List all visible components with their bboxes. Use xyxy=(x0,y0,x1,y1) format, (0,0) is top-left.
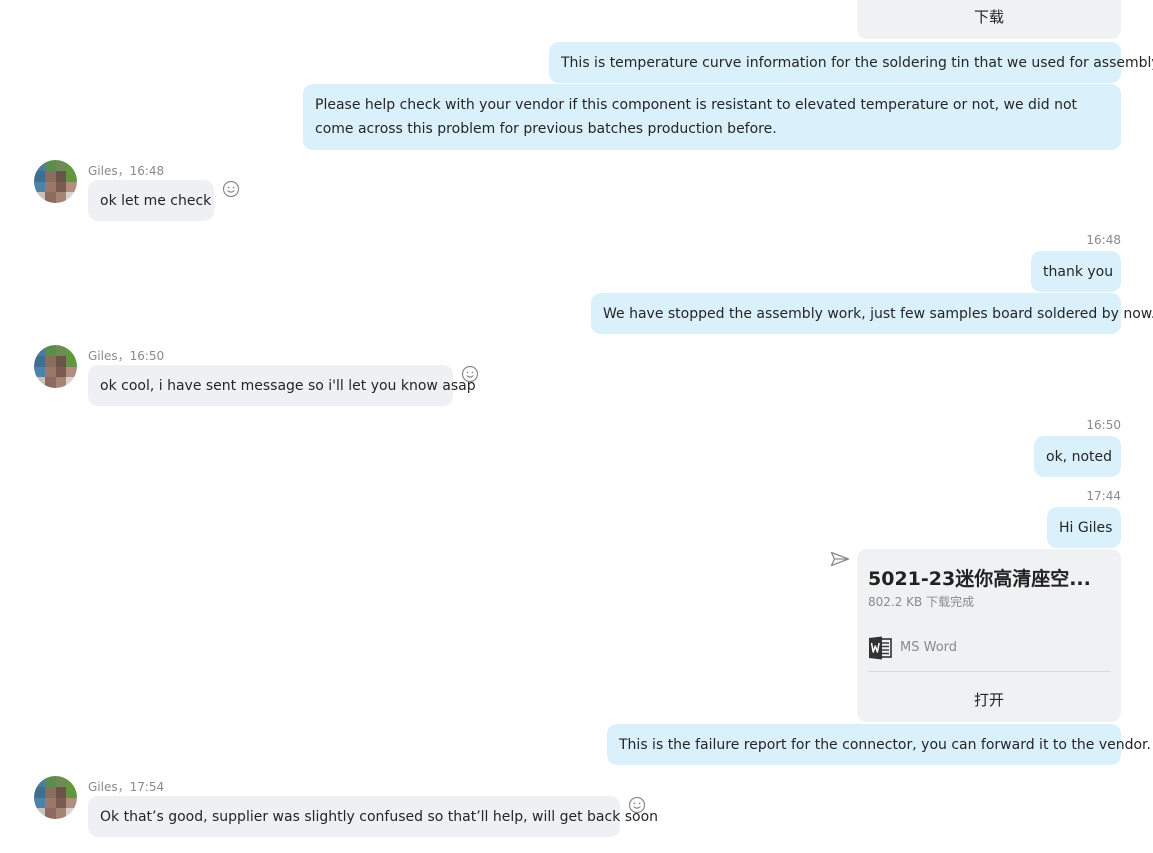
ms-word-icon xyxy=(869,636,892,660)
message-incoming: ok cool, i have sent message so i'll let… xyxy=(88,365,476,406)
download-button[interactable]: 下载 xyxy=(857,6,1121,27)
message-timestamp: 16:50 xyxy=(1086,418,1121,432)
avatar[interactable] xyxy=(34,345,77,388)
message-timestamp: 17:44 xyxy=(1086,489,1121,503)
sender-timestamp: Giles，16:50 xyxy=(88,349,165,363)
avatar[interactable] xyxy=(34,160,77,203)
message-outgoing: This is the failure report for the conne… xyxy=(607,724,1151,765)
message-timestamp: 16:48 xyxy=(1086,233,1121,247)
message-incoming: Ok that’s good, supplier was slightly co… xyxy=(88,796,658,837)
chat-conversation: 下载 This is temperature curve information… xyxy=(0,0,1153,853)
message-incoming: ok let me check xyxy=(88,180,214,221)
file-size-status: 802.2 KB 下载完成 xyxy=(868,595,975,609)
smiley-icon[interactable] xyxy=(461,365,479,383)
sender-timestamp: Giles，17:54 xyxy=(88,780,165,794)
smiley-icon[interactable] xyxy=(222,180,240,198)
file-card-top: 下载 xyxy=(857,0,1121,39)
paper-plane-icon xyxy=(830,551,850,567)
file-card[interactable]: 5021-23迷你高清座空... 802.2 KB 下载完成 MS Word 打… xyxy=(857,549,1121,722)
message-outgoing: We have stopped the assembly work, just … xyxy=(591,293,1153,334)
message-outgoing: ok, noted xyxy=(1034,436,1121,477)
sender-timestamp: Giles，16:48 xyxy=(88,164,165,178)
divider xyxy=(868,671,1110,672)
message-outgoing: Hi Giles xyxy=(1047,507,1121,548)
file-name[interactable]: 5021-23迷你高清座空... xyxy=(868,564,1091,591)
message-outgoing: thank you xyxy=(1031,251,1121,292)
avatar[interactable] xyxy=(34,776,77,819)
message-outgoing: This is temperature curve information fo… xyxy=(549,42,1153,83)
message-outgoing: Please help check with your vendor if th… xyxy=(303,84,1121,150)
file-app-label: MS Word xyxy=(900,640,958,655)
smiley-icon[interactable] xyxy=(628,796,646,814)
open-button[interactable]: 打开 xyxy=(857,689,1121,710)
